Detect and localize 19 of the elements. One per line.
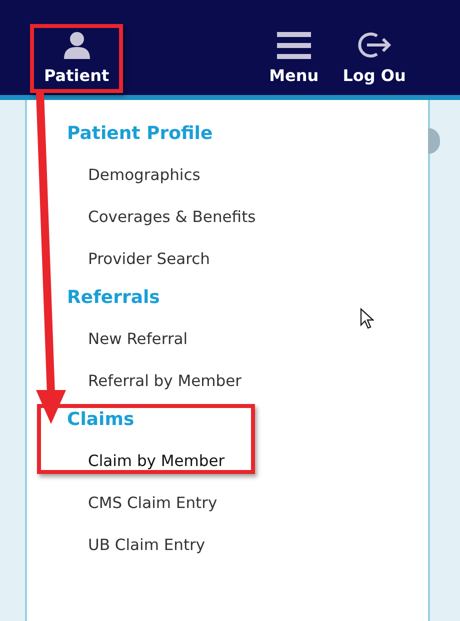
menu-item[interactable]: New Referral <box>88 325 188 353</box>
section-heading: Claims <box>67 408 134 432</box>
menu-item[interactable]: Claim by Member <box>88 447 225 475</box>
section-heading: Referrals <box>67 286 160 310</box>
person-icon <box>62 30 92 60</box>
section-heading: Patient Profile <box>67 122 213 146</box>
logout-icon <box>357 30 392 60</box>
menu-item[interactable]: Coverages & Benefits <box>88 203 256 231</box>
tab-handle <box>428 128 440 154</box>
nav-button[interactable]: Log Ou <box>332 20 416 95</box>
menu-item[interactable]: Demographics <box>88 161 200 189</box>
menu-item[interactable]: UB Claim Entry <box>88 531 206 559</box>
nav-button[interactable]: Menu <box>259 20 319 95</box>
menu-item[interactable]: Provider Search <box>88 245 210 273</box>
mouse-pointer-icon <box>360 308 374 330</box>
menu-item[interactable]: CMS Claim Entry <box>88 489 218 517</box>
nav-button[interactable]: Patient <box>34 20 120 95</box>
menu-icon <box>276 30 311 60</box>
menu-item[interactable]: Referral by Member <box>88 367 242 395</box>
